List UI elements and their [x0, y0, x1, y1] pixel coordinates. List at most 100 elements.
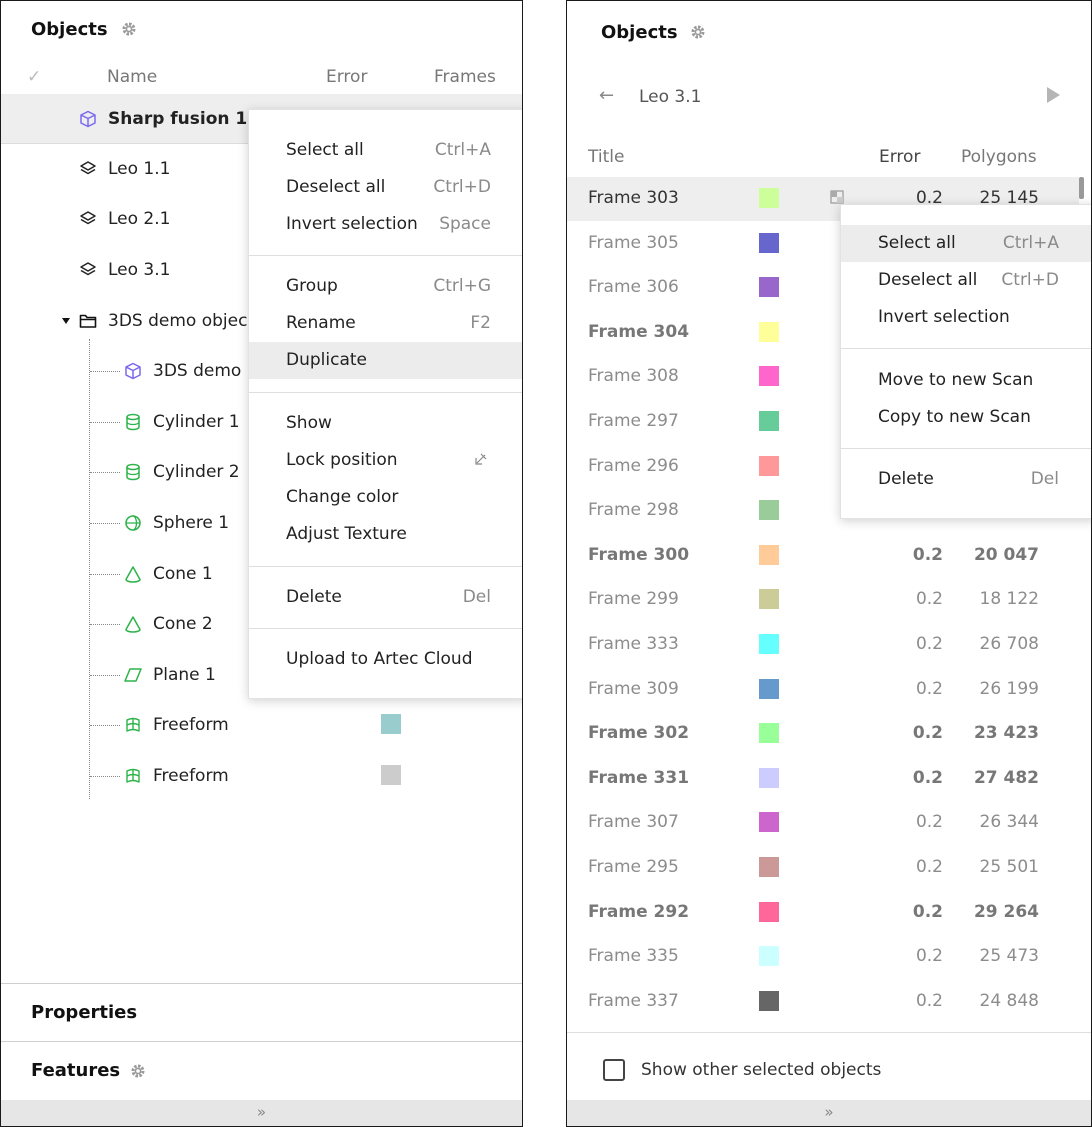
color-swatch[interactable]	[759, 634, 779, 654]
color-swatch[interactable]	[381, 714, 401, 734]
frame-title: Frame 300	[588, 545, 690, 565]
collapse-footer[interactable]: »	[1, 1100, 522, 1126]
features-section[interactable]: Features	[1, 1041, 522, 1099]
frame-row[interactable]: Frame 331 0.2 27 482	[567, 757, 1079, 801]
menu-item-copy-to-new-scan[interactable]: Copy to new Scan	[841, 399, 1091, 436]
menu-item-label: Invert selection	[286, 214, 418, 234]
frame-error: 0.2	[915, 589, 943, 609]
menu-item-delete[interactable]: Delete Del	[249, 579, 522, 616]
menu-item-change-color[interactable]: Change color	[249, 479, 522, 516]
check-column-header[interactable]: ✓	[27, 67, 41, 87]
frame-polygons: 20 047	[973, 545, 1039, 565]
frame-error: 0.2	[915, 679, 943, 699]
objects-panel-right: Objects ← Leo 3.1 Title Error Polygons F…	[566, 0, 1092, 1127]
menu-separator	[249, 392, 522, 393]
tree-item-label: Leo 3.1	[108, 260, 171, 280]
tree-connector	[90, 725, 120, 726]
menu-item-shortcut: Ctrl+D	[433, 177, 491, 197]
color-swatch[interactable]	[759, 723, 779, 743]
frame-row[interactable]: Frame 302 0.2 23 423	[567, 712, 1079, 756]
frame-row[interactable]: Frame 333 0.2 26 708	[567, 623, 1079, 667]
menu-item-invert-selection[interactable]: Invert selection	[841, 299, 1091, 336]
tree-item-label: Cone 2	[153, 614, 213, 634]
color-swatch[interactable]	[759, 500, 779, 520]
color-swatch[interactable]	[759, 902, 779, 922]
gear-icon[interactable]	[121, 21, 137, 37]
freeform-icon	[126, 717, 140, 732]
color-swatch[interactable]	[759, 366, 779, 386]
tree-item-label: Sphere 1	[153, 513, 230, 533]
collapse-footer[interactable]: »	[567, 1100, 1091, 1126]
menu-item-adjust-texture[interactable]: Adjust Texture	[249, 516, 522, 553]
frame-row[interactable]: Frame 292 0.2 29 264	[567, 891, 1079, 935]
frame-title: Frame 309	[588, 679, 679, 699]
frame-row[interactable]: Frame 309 0.2 26 199	[567, 668, 1079, 712]
frame-title: Frame 305	[588, 233, 679, 253]
menu-item-deselect-all[interactable]: Deselect all Ctrl+D	[249, 169, 522, 206]
menu-item-deselect-all[interactable]: Deselect all Ctrl+D	[841, 262, 1091, 299]
frames-column-header[interactable]: Frames	[434, 67, 496, 87]
color-swatch[interactable]	[759, 812, 779, 832]
tree-connector	[90, 523, 120, 524]
color-swatch[interactable]	[759, 277, 779, 297]
menu-item-shortcut: Del	[462, 587, 491, 607]
objects-panel-left: Objects ✓ Name Error Frames Sharp fusion…	[0, 0, 523, 1127]
menu-item-group[interactable]: Group Ctrl+G	[249, 268, 522, 305]
color-swatch[interactable]	[759, 322, 779, 342]
frame-row[interactable]: Frame 299 0.2 18 122	[567, 578, 1079, 622]
menu-item-move-to-new-scan[interactable]: Move to new Scan	[841, 362, 1091, 399]
menu-item-invert-selection[interactable]: Invert selection Space	[249, 206, 522, 243]
gear-icon[interactable]	[690, 24, 706, 40]
objects-title: Objects	[31, 19, 108, 40]
menu-item-show[interactable]: Show	[249, 405, 522, 442]
frame-title: Frame 335	[588, 946, 679, 966]
polygons-column-header[interactable]: Polygons	[961, 147, 1037, 167]
frame-row[interactable]: Frame 337 0.2 24 848	[567, 980, 1079, 1024]
color-swatch[interactable]	[759, 768, 779, 788]
frame-row[interactable]: Frame 300 0.2 20 047	[567, 534, 1079, 578]
frame-row[interactable]: Frame 295 0.2 25 501	[567, 846, 1079, 890]
menu-item-rename[interactable]: Rename F2	[249, 305, 522, 342]
menu-item-select-all[interactable]: Select all Ctrl+A	[841, 225, 1091, 262]
properties-section[interactable]: Properties	[1, 983, 522, 1041]
context-menu-right: Select all Ctrl+A Deselect all Ctrl+D In…	[840, 204, 1091, 519]
back-arrow-icon[interactable]: ←	[599, 85, 614, 106]
frame-row[interactable]: Frame 335 0.2 25 473	[567, 935, 1079, 979]
name-column-header[interactable]: Name	[107, 67, 157, 87]
color-swatch[interactable]	[759, 857, 779, 877]
menu-item-delete[interactable]: Delete Del	[841, 461, 1091, 498]
color-swatch[interactable]	[759, 679, 779, 699]
color-swatch[interactable]	[759, 233, 779, 253]
color-swatch[interactable]	[759, 545, 779, 565]
menu-separator	[249, 255, 522, 256]
title-column-header[interactable]: Title	[588, 147, 624, 167]
color-swatch[interactable]	[759, 188, 779, 208]
frame-title: Frame 292	[588, 902, 690, 922]
menu-item-duplicate[interactable]: Duplicate	[249, 342, 522, 379]
color-swatch[interactable]	[759, 991, 779, 1011]
gear-icon[interactable]	[130, 1063, 146, 1079]
expand-triangle-icon[interactable]	[61, 316, 71, 326]
error-column-header[interactable]: Error	[879, 147, 920, 167]
play-icon[interactable]	[1047, 87, 1060, 103]
cylinder-icon	[126, 463, 140, 481]
color-swatch[interactable]	[759, 411, 779, 431]
scrollbar[interactable]	[1079, 177, 1084, 199]
frame-title: Frame 307	[588, 812, 679, 832]
tree-item-freeform-1[interactable]: Freeform	[1, 700, 522, 750]
show-other-selected-checkbox[interactable]	[603, 1059, 625, 1081]
layers-icon	[80, 161, 96, 175]
error-column-header[interactable]: Error	[326, 67, 367, 87]
color-swatch[interactable]	[759, 456, 779, 476]
menu-item-upload-to-artec-cloud[interactable]: Upload to Artec Cloud	[249, 641, 522, 678]
tree-item-freeform-2[interactable]: Freeform	[1, 751, 522, 801]
frame-row[interactable]: Frame 307 0.2 26 344	[567, 801, 1079, 845]
menu-item-lock-position[interactable]: Lock position	[249, 442, 522, 479]
menu-item-select-all[interactable]: Select all Ctrl+A	[249, 132, 522, 169]
menu-item-shortcut: Ctrl+D	[1001, 270, 1059, 290]
menu-item-label: Deselect all	[286, 177, 386, 197]
color-swatch[interactable]	[381, 765, 401, 785]
color-swatch[interactable]	[759, 589, 779, 609]
list-divider	[567, 1032, 1091, 1033]
color-swatch[interactable]	[759, 946, 779, 966]
